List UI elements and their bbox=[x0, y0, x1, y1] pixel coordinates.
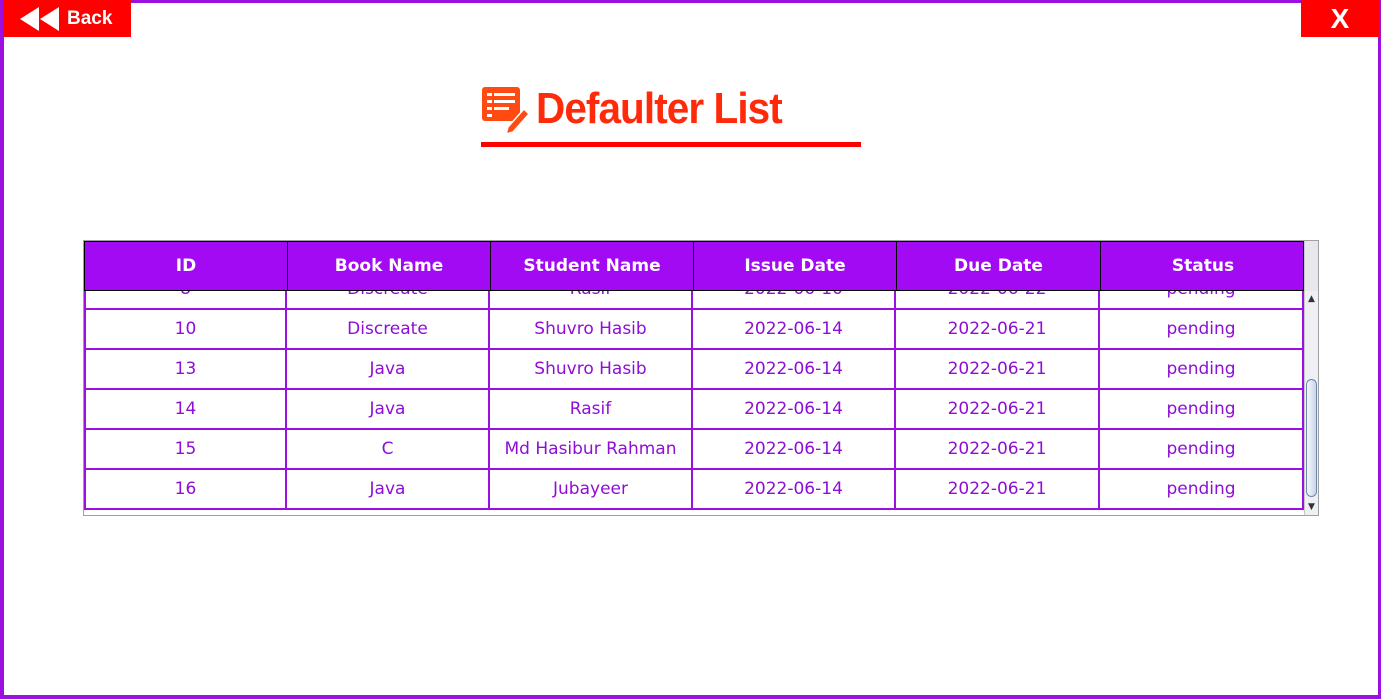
cell-book-name: C bbox=[287, 430, 490, 468]
cell-book-name: Java bbox=[287, 470, 490, 508]
column-header-id[interactable]: ID bbox=[85, 242, 288, 290]
cell-book-name: Java bbox=[287, 390, 490, 428]
defaulter-table: ID Book Name Student Name Issue Date Due… bbox=[83, 240, 1319, 516]
cell-issue-date: 2022-06-10 bbox=[693, 291, 896, 308]
cell-id: 15 bbox=[84, 430, 287, 468]
cell-book-name: Discreate bbox=[287, 310, 490, 348]
back-button-label: Back bbox=[67, 7, 113, 29]
table-vertical-scrollbar[interactable]: ▲ ▼ bbox=[1304, 291, 1318, 515]
cell-book-name: Discreate bbox=[287, 291, 490, 308]
cell-issue-date: 2022-06-14 bbox=[693, 470, 896, 508]
scroll-up-arrow-icon[interactable]: ▲ bbox=[1305, 292, 1318, 306]
page-heading: Defaulter List bbox=[480, 83, 803, 135]
table-row[interactable]: 13 Java Shuvro Hasib 2022-06-14 2022-06-… bbox=[84, 350, 1304, 390]
cell-issue-date: 2022-06-14 bbox=[693, 430, 896, 468]
table-body: 8 Discreate Rasif 2022-06-10 2022-06-22 … bbox=[84, 291, 1304, 510]
cell-id: 10 bbox=[84, 310, 287, 348]
cell-student-name: Md Hasibur Rahman bbox=[490, 430, 693, 468]
cell-book-name: Java bbox=[287, 350, 490, 388]
cell-status: pending bbox=[1100, 470, 1304, 508]
cell-issue-date: 2022-06-14 bbox=[693, 350, 896, 388]
cell-student-name: Jubayeer bbox=[490, 470, 693, 508]
page-title: Defaulter List bbox=[536, 84, 783, 133]
cell-id: 16 bbox=[84, 470, 287, 508]
cell-due-date: 2022-06-21 bbox=[896, 390, 1100, 428]
cell-due-date: 2022-06-22 bbox=[896, 291, 1100, 308]
column-header-status[interactable]: Status bbox=[1101, 242, 1305, 290]
column-header-issue-date[interactable]: Issue Date bbox=[694, 242, 897, 290]
table-row[interactable]: 8 Discreate Rasif 2022-06-10 2022-06-22 … bbox=[84, 291, 1304, 310]
cell-issue-date: 2022-06-14 bbox=[693, 390, 896, 428]
cell-student-name: Shuvro Hasib bbox=[490, 310, 693, 348]
rewind-icon bbox=[20, 6, 59, 31]
cell-student-name: Rasif bbox=[490, 390, 693, 428]
cell-due-date: 2022-06-21 bbox=[896, 470, 1100, 508]
cell-due-date: 2022-06-21 bbox=[896, 350, 1100, 388]
table-row[interactable]: 16 Java Jubayeer 2022-06-14 2022-06-21 p… bbox=[84, 470, 1304, 510]
cell-status: pending bbox=[1100, 310, 1304, 348]
table-header: ID Book Name Student Name Issue Date Due… bbox=[84, 241, 1304, 291]
cell-due-date: 2022-06-21 bbox=[896, 310, 1100, 348]
table-row[interactable]: 15 C Md Hasibur Rahman 2022-06-14 2022-0… bbox=[84, 430, 1304, 470]
cell-issue-date: 2022-06-14 bbox=[693, 310, 896, 348]
table-header-corner bbox=[1304, 241, 1318, 291]
cell-status: pending bbox=[1100, 350, 1304, 388]
cell-status: pending bbox=[1100, 430, 1304, 468]
table-body-viewport: 8 Discreate Rasif 2022-06-10 2022-06-22 … bbox=[84, 291, 1304, 515]
cell-status: pending bbox=[1100, 291, 1304, 308]
cell-status: pending bbox=[1100, 390, 1304, 428]
back-button[interactable]: Back bbox=[3, 0, 131, 37]
column-header-student-name[interactable]: Student Name bbox=[491, 242, 694, 290]
cell-id: 14 bbox=[84, 390, 287, 428]
cell-id: 13 bbox=[84, 350, 287, 388]
cell-due-date: 2022-06-21 bbox=[896, 430, 1100, 468]
cell-student-name: Shuvro Hasib bbox=[490, 350, 693, 388]
scrollbar-thumb[interactable] bbox=[1306, 379, 1317, 497]
scroll-down-arrow-icon[interactable]: ▼ bbox=[1305, 500, 1318, 514]
title-underline bbox=[481, 142, 861, 147]
table-row[interactable]: 14 Java Rasif 2022-06-14 2022-06-21 pend… bbox=[84, 390, 1304, 430]
column-header-due-date[interactable]: Due Date bbox=[897, 242, 1101, 290]
close-button[interactable]: X bbox=[1301, 0, 1379, 37]
table-row[interactable]: 10 Discreate Shuvro Hasib 2022-06-14 202… bbox=[84, 310, 1304, 350]
column-header-book-name[interactable]: Book Name bbox=[288, 242, 491, 290]
cell-id: 8 bbox=[84, 291, 287, 308]
cell-student-name: Rasif bbox=[490, 291, 693, 308]
edit-list-icon bbox=[482, 87, 530, 135]
